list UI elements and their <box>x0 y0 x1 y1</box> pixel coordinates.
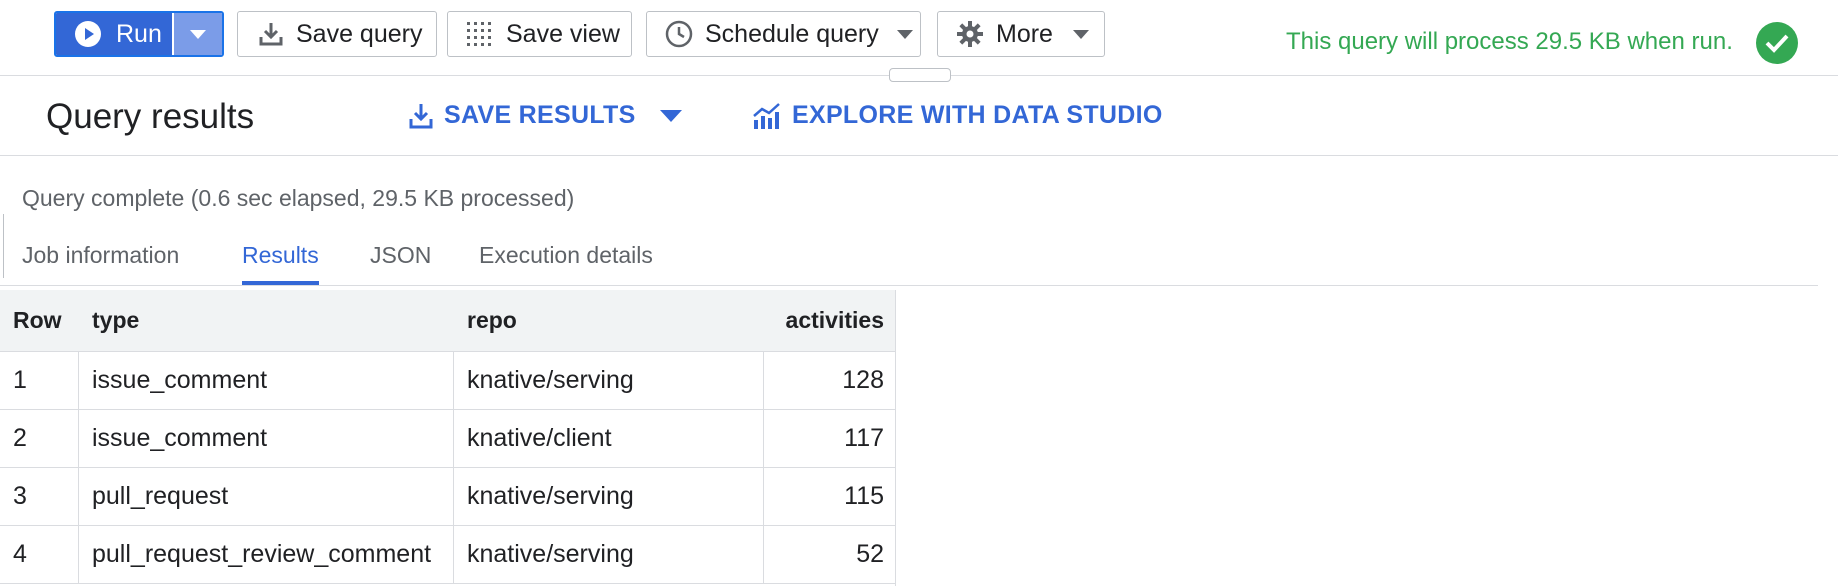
table-row[interactable]: 2 issue_comment knative/client 117 <box>0 410 896 468</box>
cell-activities: 128 <box>842 366 884 394</box>
results-tabs: Job information Results JSON Execution d… <box>0 230 1818 286</box>
schedule-query-button[interactable]: Schedule query <box>646 11 921 57</box>
table-header: Row type repo activities <box>0 290 896 352</box>
results-header: Query results SAVE RESULTS EXPLORE WITH … <box>0 77 1838 156</box>
save-query-button[interactable]: Save query <box>237 11 437 57</box>
check-icon <box>1756 22 1798 64</box>
query-toolbar: Run Save query Save view Schedule query … <box>0 0 1838 76</box>
chevron-down-icon <box>190 29 206 39</box>
cell-row: 3 <box>0 468 79 525</box>
more-button[interactable]: More <box>937 11 1105 57</box>
cell-type: pull_request_review_comment <box>79 526 454 583</box>
chevron-down-icon <box>896 29 913 39</box>
tab-json[interactable]: JSON <box>370 242 431 281</box>
save-results-button[interactable]: SAVE RESULTS <box>408 101 682 130</box>
save-view-button[interactable]: Save view <box>447 11 632 57</box>
explore-label: EXPLORE WITH DATA STUDIO <box>792 101 1163 129</box>
download-icon <box>408 102 434 130</box>
query-status-text: Query complete (0.6 sec elapsed, 29.5 KB… <box>22 185 575 211</box>
cell-activities: 115 <box>844 482 884 510</box>
chevron-down-icon <box>659 109 682 122</box>
cell-row: 1 <box>0 352 79 409</box>
run-label: Run <box>116 19 162 48</box>
table-row[interactable]: 3 pull_request knative/serving 115 <box>0 468 896 526</box>
cell-activities: 52 <box>856 540 884 568</box>
explore-data-studio-button[interactable]: EXPLORE WITH DATA STUDIO <box>752 101 1163 130</box>
header-activities[interactable]: activities <box>764 290 896 351</box>
chevron-down-icon <box>1072 29 1089 39</box>
cell-type: pull_request <box>79 468 454 525</box>
header-row[interactable]: Row <box>0 290 79 351</box>
cell-row: 4 <box>0 526 79 583</box>
table-row[interactable]: 1 issue_comment knative/serving 128 <box>0 352 896 410</box>
play-icon <box>74 20 102 48</box>
save-query-label: Save query <box>296 19 423 48</box>
save-view-label: Save view <box>506 19 620 48</box>
run-options-dropdown[interactable] <box>174 13 222 55</box>
grid-icon <box>466 21 494 47</box>
gear-icon <box>956 20 984 48</box>
tab-job-information[interactable]: Job information <box>22 242 179 281</box>
cell-repo: knative/client <box>454 410 764 467</box>
cell-repo: knative/serving <box>454 468 764 525</box>
download-icon <box>258 21 284 47</box>
table-row[interactable]: 4 pull_request_review_comment knative/se… <box>0 526 896 584</box>
run-button-group: Run <box>54 11 224 57</box>
tab-results[interactable]: Results <box>242 242 319 285</box>
query-validator-message: This query will process 29.5 KB when run… <box>1286 28 1733 55</box>
more-label: More <box>996 19 1053 48</box>
header-type[interactable]: type <box>79 290 454 351</box>
header-repo[interactable]: repo <box>454 290 764 351</box>
cell-repo: knative/serving <box>454 352 764 409</box>
cell-row: 2 <box>0 410 79 467</box>
results-table: Row type repo activities 1 issue_comment… <box>0 290 896 584</box>
cell-type: issue_comment <box>79 410 454 467</box>
clock-icon <box>665 20 693 48</box>
page-title: Query results <box>46 97 255 136</box>
save-results-label: SAVE RESULTS <box>444 101 636 129</box>
tab-execution-details[interactable]: Execution details <box>479 242 653 281</box>
run-button[interactable]: Run <box>56 13 174 55</box>
table-border <box>895 290 896 586</box>
chart-icon <box>752 102 782 130</box>
cell-repo: knative/serving <box>454 526 764 583</box>
cell-type: issue_comment <box>79 352 454 409</box>
schedule-query-label: Schedule query <box>705 19 879 48</box>
cell-activities: 117 <box>844 424 884 452</box>
